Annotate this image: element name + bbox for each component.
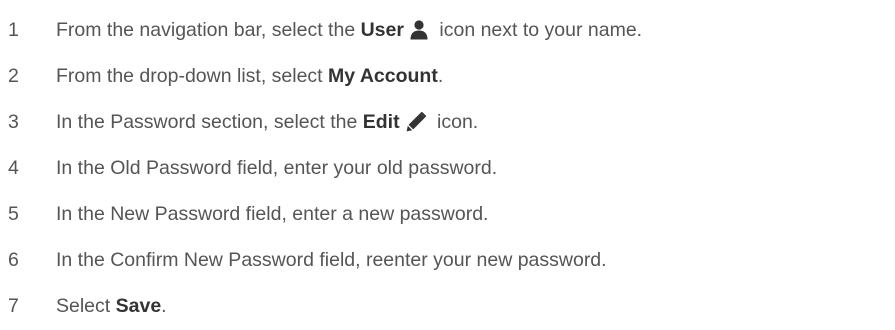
step-5: 5 In the New Password field, enter a new… — [0, 191, 895, 237]
step-text: In the New Password field, enter a new p… — [56, 202, 489, 225]
step-keyword: User — [360, 18, 404, 41]
step-keyword: My Account — [328, 64, 438, 87]
step-3: 3 In the Password section, select the Ed… — [0, 99, 895, 145]
step-text-before: From the navigation bar, select the — [56, 18, 361, 41]
step-text: From the drop-down list, select My Accou… — [56, 65, 443, 88]
instruction-steps: 1 From the navigation bar, select the Us… — [0, 7, 895, 329]
step-text-after: . — [161, 294, 167, 317]
step-number: 4 — [8, 156, 19, 179]
step-text: In the Confirm New Password field, reent… — [56, 248, 607, 271]
step-text-before: In the Password section, select the — [56, 110, 363, 133]
step-number: 3 — [8, 110, 19, 133]
pencil-icon — [406, 112, 426, 132]
step-text-before: From the drop-down list, select — [56, 64, 329, 87]
step-1: 1 From the navigation bar, select the Us… — [0, 7, 895, 53]
step-number: 1 — [8, 18, 19, 41]
step-text-after: icon. — [431, 110, 479, 133]
step-text: From the navigation bar, select the User… — [56, 19, 642, 42]
step-number: 5 — [8, 202, 19, 225]
step-text-after: icon next to your name. — [433, 18, 643, 41]
step-6: 6 In the Confirm New Password field, ree… — [0, 237, 895, 283]
step-keyword: Edit — [362, 110, 400, 133]
step-text-after: . — [437, 64, 444, 87]
step-text-before: Select — [56, 294, 116, 317]
step-number: 7 — [8, 294, 19, 317]
step-keyword: Save — [115, 294, 162, 317]
step-7: 7 Select Save . — [0, 283, 895, 329]
step-text: In the Password section, select the Edit… — [56, 111, 478, 134]
step-text: In the Old Password field, enter your ol… — [56, 156, 498, 179]
step-number: 2 — [8, 64, 19, 87]
step-text: Select Save . — [56, 295, 167, 318]
step-number: 6 — [8, 248, 19, 271]
user-icon — [410, 20, 428, 40]
step-4: 4 In the Old Password field, enter your … — [0, 145, 895, 191]
step-2: 2 From the drop-down list, select My Acc… — [0, 53, 895, 99]
